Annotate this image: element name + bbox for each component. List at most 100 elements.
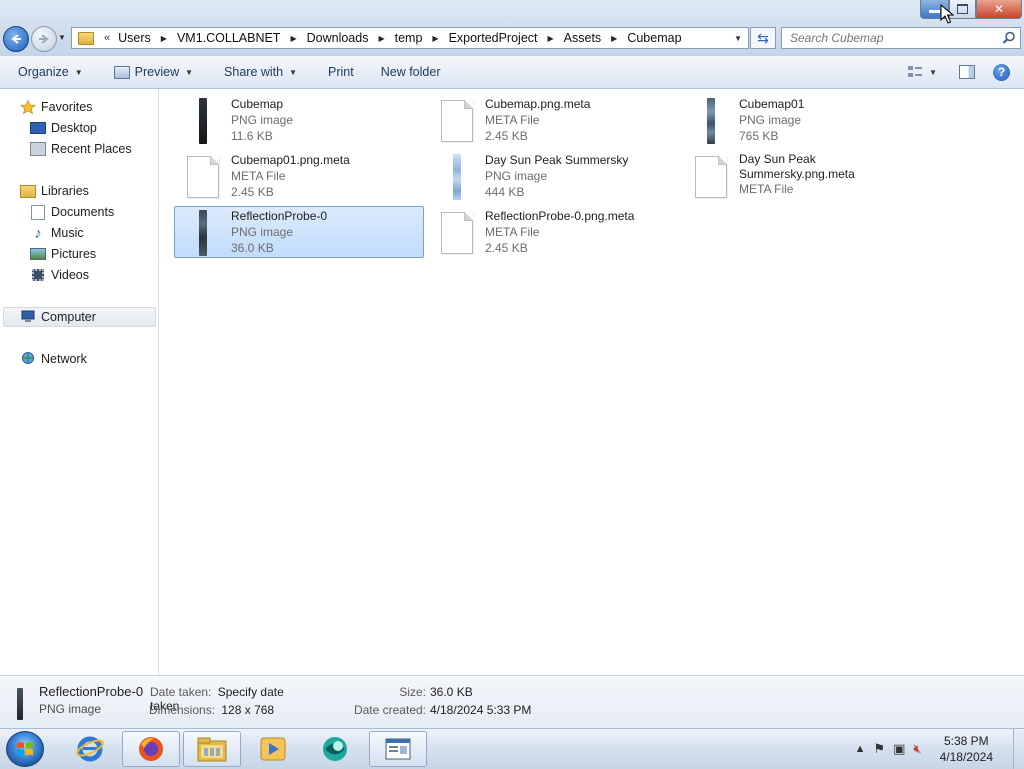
show-hidden-icons-button[interactable]: ▲ [855, 743, 866, 755]
file-size: 2.45 KB [231, 185, 274, 199]
taskbar-browser[interactable] [306, 731, 364, 767]
date-created-label: Date created: [353, 703, 426, 717]
minimize-icon [929, 10, 940, 13]
start-button[interactable] [6, 731, 44, 767]
share-with-label: Share with [224, 65, 284, 79]
file-tile[interactable]: Cubemap PNG image 11.6 KB [174, 94, 424, 146]
recent-pages-dropdown[interactable]: ▼ [58, 33, 66, 42]
breadcrumb-downloads[interactable]: Downloads [305, 31, 371, 45]
breadcrumb-exportedproject[interactable]: ExportedProject [447, 31, 540, 45]
file-tile[interactable]: Day Sun Peak Summersky PNG image 444 KB [428, 150, 678, 202]
new-folder-label: New folder [380, 65, 441, 79]
forward-arrow-icon [39, 34, 49, 44]
taskbar-windows-explorer[interactable] [183, 731, 241, 767]
breadcrumb-overflow[interactable]: « [104, 32, 110, 44]
breadcrumb-assets[interactable]: Assets [562, 31, 604, 45]
chevron-right-icon[interactable]: ▶ [378, 34, 384, 43]
share-with-menu[interactable]: Share with ▼ [202, 56, 306, 88]
preview-menu[interactable]: Preview ▼ [92, 56, 202, 88]
close-icon: ✕ [993, 2, 1005, 16]
help-icon[interactable]: ? [993, 63, 1010, 81]
file-type: PNG image [485, 169, 548, 183]
folder-icon [78, 31, 94, 45]
address-history-dropdown[interactable]: ▼ [734, 34, 742, 43]
forward-button[interactable] [31, 26, 57, 52]
view-options-dropdown[interactable]: ▼ [929, 68, 937, 77]
file-type: PNG image [739, 113, 802, 127]
breadcrumb-cubemap[interactable]: Cubemap [625, 31, 683, 45]
music-note-icon: ♪ [34, 224, 42, 242]
chevron-right-icon[interactable]: ▶ [548, 34, 554, 43]
nav-music[interactable]: ♪ Music [30, 224, 83, 242]
clock-date: 4/18/2024 [939, 750, 993, 764]
file-tile[interactable]: ReflectionProbe-0.png.meta META File 2.45 … [428, 206, 678, 258]
volume-muted-icon[interactable]: 🔇︎ [913, 741, 921, 757]
network-icon [20, 352, 36, 366]
network-status-icon[interactable]: ▣ [893, 741, 905, 757]
back-button[interactable] [3, 26, 29, 52]
breadcrumb-temp[interactable]: temp [393, 31, 425, 45]
taskbar-document-window[interactable] [369, 731, 427, 767]
chevron-down-icon: ▼ [185, 67, 194, 77]
file-tile[interactable]: Cubemap.png.meta META File 2.45 KB [428, 94, 678, 146]
nav-label: Desktop [51, 121, 97, 135]
preview-label: Preview [134, 65, 180, 79]
window-titlebar: ✕ ▼ « Users ▶ VM1.COLLABNET ▶ Downloads ▶ t… [0, 0, 1024, 56]
document-icon [437, 97, 477, 145]
search-input[interactable] [788, 30, 997, 46]
file-type: META File [485, 113, 540, 127]
back-arrow-icon [11, 34, 21, 44]
file-name: Day Sun Peak Summersky.png.meta [739, 152, 855, 181]
file-type: PNG image [231, 113, 294, 127]
chevron-right-icon[interactable]: ▶ [161, 34, 167, 43]
size-value: 36.0 KB [430, 685, 473, 699]
refresh-button[interactable]: ⇆ [750, 27, 776, 49]
file-tile-selected[interactable]: ReflectionProbe-0 PNG image 36.0 KB [174, 206, 424, 258]
new-folder-button[interactable]: New folder [363, 56, 450, 88]
change-view-icon[interactable] [907, 65, 923, 79]
nav-pictures[interactable]: Pictures [30, 245, 96, 263]
taskbar-firefox[interactable] [122, 731, 180, 767]
taskbar: ▲ ⚑ ▣ 🔇︎ 5:38 PM 4/18/2024 [0, 728, 1024, 769]
action-center-flag-icon[interactable]: ⚑ [873, 741, 885, 757]
explorer-icon [197, 737, 227, 762]
nav-network[interactable]: Network [20, 350, 87, 368]
file-tile[interactable]: Cubemap01.png.meta META File 2.45 KB [174, 150, 424, 202]
taskbar-media-player[interactable] [244, 731, 302, 767]
nav-libraries[interactable]: Libraries [20, 182, 89, 200]
file-list: Cubemap PNG image 11.6 KB Cubemap.png.meta… [159, 89, 1024, 675]
nav-favorites[interactable]: Favorites [20, 98, 92, 116]
address-bar[interactable]: « Users ▶ VM1.COLLABNET ▶ Downloads ▶ temp ▶… [71, 27, 749, 49]
nav-label: Favorites [41, 100, 93, 114]
show-desktop-button[interactable] [1013, 729, 1024, 769]
chevron-right-icon[interactable]: ▶ [290, 34, 296, 43]
nav-label: Documents [51, 205, 115, 219]
png-image-icon [183, 97, 223, 145]
chevron-right-icon[interactable]: ▶ [432, 34, 438, 43]
search-box[interactable] [781, 27, 1021, 49]
nav-recent-places[interactable]: Recent Places [30, 140, 132, 158]
nav-videos[interactable]: Videos [30, 266, 89, 284]
nav-computer[interactable]: Computer [3, 307, 156, 327]
file-size: 11.6 KB [231, 129, 273, 143]
search-icon[interactable] [1002, 31, 1016, 45]
print-button[interactable]: Print [306, 56, 363, 88]
file-tile[interactable]: Cubemap01 PNG image 765 KB [682, 94, 932, 146]
date-created-value: 4/18/2024 5:33 PM [430, 703, 532, 717]
preview-pane-icon[interactable] [959, 65, 975, 79]
document-icon [437, 209, 477, 257]
chevron-down-icon: ▼ [74, 67, 83, 77]
organize-menu[interactable]: Organize ▼ [0, 56, 92, 88]
file-tile[interactable]: Day Sun Peak Summersky.png.meta META File [682, 150, 932, 206]
chevron-right-icon[interactable]: ▶ [611, 34, 617, 43]
selected-file-type: PNG image [39, 702, 102, 716]
breadcrumb-users[interactable]: Users [116, 31, 153, 45]
taskbar-internet-explorer[interactable] [61, 731, 119, 767]
close-button[interactable]: ✕ [976, 0, 1022, 19]
breadcrumb-vm1[interactable]: VM1.COLLABNET [175, 31, 283, 45]
nav-desktop[interactable]: Desktop [30, 119, 97, 137]
clock[interactable]: 5:38 PM 4/18/2024 [940, 733, 993, 765]
nav-documents[interactable]: Documents [30, 203, 114, 221]
dimensions-value: 128 x 768 [221, 703, 275, 717]
documents-icon [30, 204, 46, 220]
